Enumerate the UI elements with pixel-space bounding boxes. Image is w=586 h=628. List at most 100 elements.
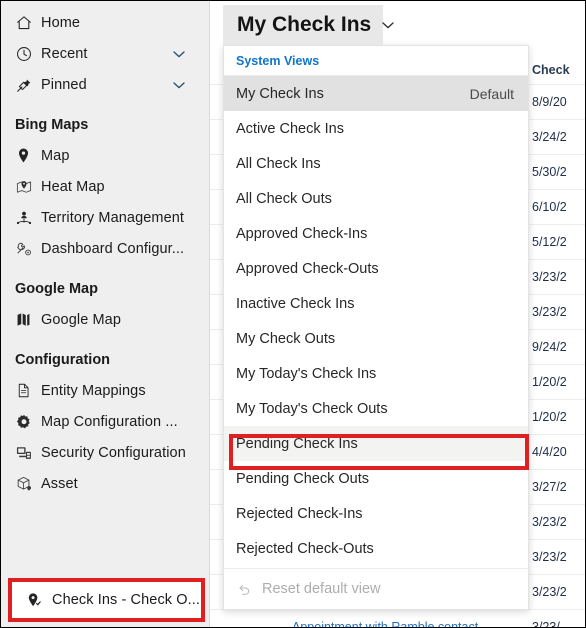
flyout-item-rejected-check-ins[interactable]: Rejected Check-Ins: [224, 496, 528, 531]
flyout-item-label: My Check Outs: [236, 330, 336, 347]
sidebar-item-dashboard-configur[interactable]: Dashboard Configur...: [1, 233, 209, 264]
sidebar-item-heat-map[interactable]: Heat Map: [1, 171, 209, 202]
record-check-date: 3/24/2: [532, 130, 567, 144]
record-check-date: 4/4/20: [532, 445, 567, 459]
record-check-date: 1/20/2: [532, 410, 567, 424]
sidebar-item-territory-management-label: Territory Management: [41, 209, 185, 226]
sidebar-item-map[interactable]: Map: [1, 140, 209, 171]
table-row[interactable]: Appointment with Ramble contact 3/23/: [210, 609, 585, 628]
flyout-item-all-check-outs[interactable]: All Check Outs: [224, 181, 528, 216]
record-check-date: 5/12/2: [532, 235, 567, 249]
record-check-date: 3/23/2: [532, 585, 567, 599]
sidebar-item-security-configuration-label: Security Configuration: [41, 444, 186, 461]
app-window: Check 8/9/20 3/24/2 5/30/2 6/10/2 5/12/2 3/23…: [0, 0, 586, 628]
record-check-date: 6/10/2: [532, 200, 567, 214]
home-icon: [15, 14, 41, 32]
sidebar-item-map-label: Map: [41, 147, 70, 164]
sidebar-top-items: Home Recent Pinned: [1, 7, 209, 100]
flyout-item-label: My Today's Check Outs: [236, 400, 388, 417]
flyout-item-label: Rejected Check-Outs: [236, 540, 374, 557]
record-check-date: 1/20/2: [532, 375, 567, 389]
map-pin-icon: [15, 147, 41, 164]
sidebar: Home Recent Pinned Bing Maps Map Heat Map Ter…: [1, 1, 210, 627]
flyout-item-list: My Check Ins Default Active Check Ins All C…: [224, 76, 528, 566]
chevron-down-icon[interactable]: [171, 77, 187, 93]
sidebar-item-heat-map-label: Heat Map: [41, 178, 105, 195]
flyout-item-my-check-outs[interactable]: My Check Outs: [224, 321, 528, 356]
security-icon: [15, 444, 41, 462]
sidebar-item-map-configuration[interactable]: Map Configuration ...: [1, 406, 209, 437]
sidebar-item-check-ins-check-outs-highlight[interactable]: Check Ins - Check O...: [8, 578, 205, 622]
flyout-item-my-today-s-check-ins[interactable]: My Today's Check Ins: [224, 356, 528, 391]
sidebar-item-security-configuration[interactable]: Security Configuration: [1, 437, 209, 468]
dashboard-config-icon: [15, 240, 41, 258]
flyout-item-approved-check-ins[interactable]: Approved Check-Ins: [224, 216, 528, 251]
flyout-item-pending-check-ins[interactable]: Pending Check Ins: [224, 426, 528, 461]
sidebar-item-home[interactable]: Home: [1, 7, 209, 38]
view-selector-flyout: System Views My Check Ins Default Active C…: [223, 45, 529, 610]
flyout-item-label: All Check Ins: [236, 155, 321, 172]
grid-column-header-check: Check: [532, 63, 570, 77]
reset-default-view-label: Reset default view: [262, 581, 381, 597]
pin-icon: [15, 76, 41, 94]
sidebar-groups: Bing Maps Map Heat Map Territory Management…: [1, 100, 209, 499]
sidebar-group-title-bing-maps: Bing Maps: [15, 116, 89, 133]
flyout-item-label: Approved Check-Ins: [236, 225, 368, 242]
sidebar-item-google-map[interactable]: Google Map: [1, 304, 209, 335]
flyout-item-label: Rejected Check-Ins: [236, 505, 363, 522]
undo-icon: [236, 581, 262, 598]
flyout-item-label: Approved Check-Outs: [236, 260, 379, 277]
flyout-item-all-check-ins[interactable]: All Check Ins: [224, 146, 528, 181]
sidebar-item-asset[interactable]: Asset: [1, 468, 209, 499]
heat-map-icon: [15, 178, 41, 196]
sidebar-item-home-label: Home: [41, 14, 81, 31]
flyout-item-my-today-s-check-outs[interactable]: My Today's Check Outs: [224, 391, 528, 426]
chevron-down-icon: [380, 17, 396, 33]
flyout-item-label: My Today's Check Ins: [236, 365, 377, 382]
flyout-item-label: Active Check Ins: [236, 120, 344, 137]
record-check-date: 3/23/2: [532, 550, 567, 564]
sidebar-item-dashboard-configur-label: Dashboard Configur...: [41, 240, 185, 257]
flyout-item-active-check-ins[interactable]: Active Check Ins: [224, 111, 528, 146]
record-check-date: 3/27/2: [532, 480, 567, 494]
sidebar-item-asset-label: Asset: [41, 475, 78, 492]
sidebar-item-entity-mappings-label: Entity Mappings: [41, 382, 146, 399]
flyout-item-rejected-check-outs[interactable]: Rejected Check-Outs: [224, 531, 528, 566]
record-check-date: 3/23/2: [532, 270, 567, 284]
sidebar-item-check-ins-label: Check Ins - Check O...: [52, 592, 201, 608]
record-check-date: 3/23/: [532, 620, 560, 628]
territory-icon: [15, 209, 41, 227]
flyout-item-my-check-ins[interactable]: My Check Ins Default: [224, 76, 528, 111]
flyout-item-label: All Check Outs: [236, 190, 332, 207]
sidebar-item-entity-mappings[interactable]: Entity Mappings: [1, 375, 209, 406]
record-check-date: 8/9/20: [532, 95, 567, 109]
sidebar-item-recent[interactable]: Recent: [1, 38, 209, 69]
sidebar-group-title-configuration: Configuration: [15, 351, 111, 368]
flyout-item-inactive-check-ins[interactable]: Inactive Check Ins: [224, 286, 528, 321]
record-check-date: 3/23/2: [532, 515, 567, 529]
reset-default-view-button[interactable]: Reset default view: [224, 568, 528, 609]
sidebar-item-pinned[interactable]: Pinned: [1, 69, 209, 100]
flyout-section-title: System Views: [224, 46, 528, 76]
sidebar-item-pinned-label: Pinned: [41, 76, 87, 93]
sidebar-item-territory-management[interactable]: Territory Management: [1, 202, 209, 233]
flyout-item-label: Pending Check Ins: [236, 435, 358, 452]
flyout-item-pending-check-outs[interactable]: Pending Check Outs: [224, 461, 528, 496]
flyout-item-label: Pending Check Outs: [236, 470, 369, 487]
chevron-down-icon[interactable]: [171, 46, 187, 62]
sidebar-item-google-map-label: Google Map: [41, 311, 121, 328]
view-selector-label: My Check Ins: [237, 13, 372, 36]
check-pin-icon: [26, 592, 52, 609]
flyout-item-label: Inactive Check Ins: [236, 295, 355, 312]
asset-icon: [15, 475, 41, 493]
view-selector-button[interactable]: My Check Ins: [223, 5, 394, 45]
record-check-date: 3/23/2: [532, 305, 567, 319]
record-link[interactable]: Appointment with Ramble contact: [292, 620, 478, 627]
flyout-item-default-badge: Default: [469, 85, 514, 102]
flyout-item-approved-check-outs[interactable]: Approved Check-Outs: [224, 251, 528, 286]
sidebar-item-check-ins-check-outs[interactable]: Check Ins - Check O...: [12, 582, 201, 618]
gear-icon: [15, 413, 41, 431]
